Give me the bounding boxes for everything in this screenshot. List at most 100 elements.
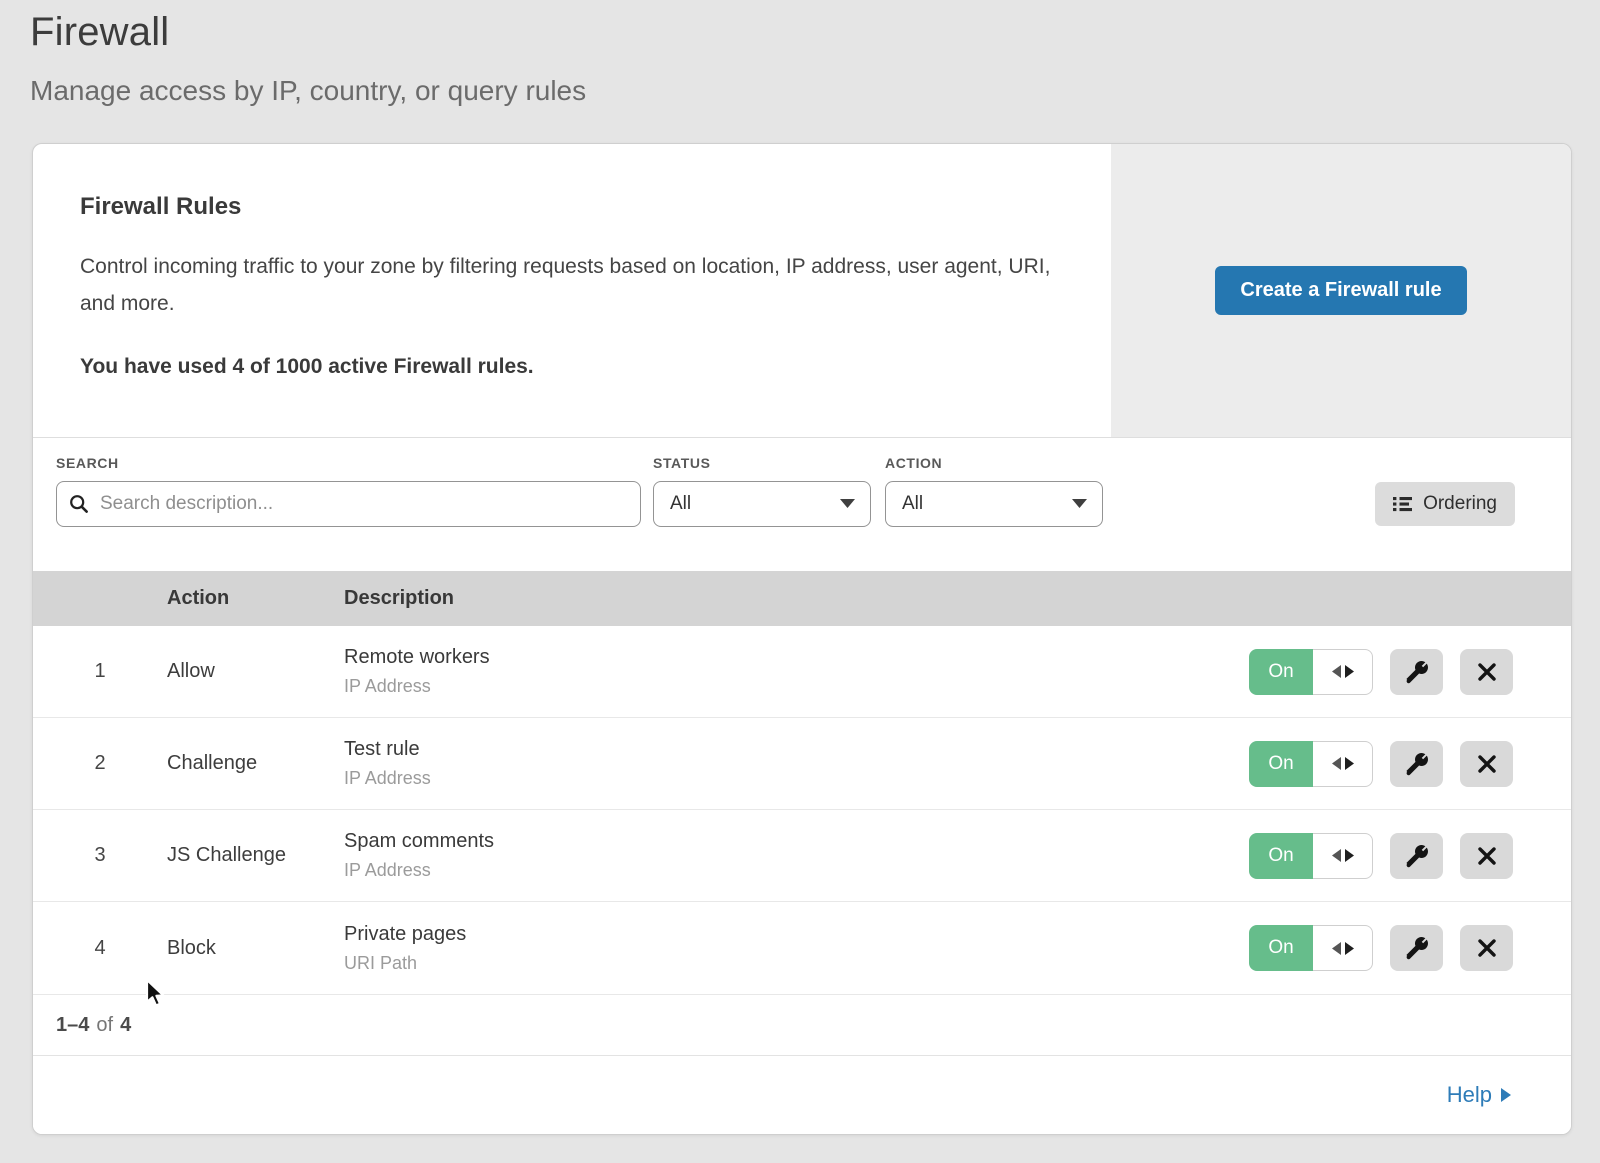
rule-enabled-toggle[interactable]: On [1249,649,1373,695]
action-select[interactable]: All [885,481,1103,527]
edit-rule-button[interactable] [1390,741,1443,787]
rule-enabled-toggle[interactable]: On [1249,741,1373,787]
action-label: ACTION [885,455,1103,471]
create-firewall-rule-button[interactable]: Create a Firewall rule [1215,266,1466,315]
wrench-icon [1405,752,1429,776]
search-input[interactable] [98,492,628,516]
toggle-slider-handle [1313,833,1373,879]
table-row: 2 Challenge Test rule IP Address On [33,718,1571,810]
table-row: 3 JS Challenge Spam comments IP Address … [33,810,1571,902]
search-icon [69,494,89,514]
rule-description-cell: Test rule IP Address [344,738,1249,789]
toggle-slider-handle [1313,925,1373,971]
ordering-button-label: Ordering [1423,493,1497,515]
rule-number: 1 [33,660,167,683]
chevron-down-icon [840,499,855,509]
toggle-on-label: On [1249,649,1313,695]
column-description: Description [344,587,1571,610]
rule-action: JS Challenge [167,844,344,867]
rule-number: 4 [33,937,167,960]
column-action: Action [167,587,344,610]
close-icon [1478,939,1496,957]
edit-rule-button[interactable] [1390,925,1443,971]
pagination-row: 1–4 of 4 [33,994,1571,1056]
toggle-slider-handle [1313,649,1373,695]
card-intro-text: Firewall Rules Control incoming traffic … [33,144,1111,437]
status-select-value: All [670,493,691,515]
card-heading: Firewall Rules [80,193,1051,221]
edit-rule-button[interactable] [1390,833,1443,879]
rule-description: Remote workers [344,646,1249,669]
rule-number: 2 [33,752,167,775]
rule-enabled-toggle[interactable]: On [1249,925,1373,971]
rule-action: Allow [167,660,344,683]
rule-description: Spam comments [344,830,1249,853]
table-row: 4 Block Private pages URI Path On [33,902,1571,994]
table-header: Action Description [33,571,1571,626]
arrow-right-icon [1501,1088,1511,1102]
page-title: Firewall [30,10,1600,55]
page-subtitle: Manage access by IP, country, or query r… [30,75,1600,107]
rule-enabled-toggle[interactable]: On [1249,833,1373,879]
rule-match-type: URI Path [344,953,1249,974]
action-select-value: All [902,493,923,515]
rule-controls: On [1249,925,1571,971]
chevron-down-icon [1072,499,1087,509]
delete-rule-button[interactable] [1460,833,1513,879]
rule-match-type: IP Address [344,676,1249,697]
ordering-list-icon [1393,496,1412,512]
card-description: Control incoming traffic to your zone by… [80,248,1051,322]
arrow-right-icon [1345,665,1354,678]
search-label: SEARCH [56,455,641,471]
table-row: 1 Allow Remote workers IP Address On [33,626,1571,718]
close-icon [1478,755,1496,773]
arrow-left-icon [1332,942,1341,955]
card-usage-count: You have used 4 of 1000 active Firewall … [80,355,1051,379]
pagination-range: 1–4 [56,1014,89,1037]
delete-rule-button[interactable] [1460,925,1513,971]
pagination-total: 4 [120,1014,131,1037]
help-link-label: Help [1447,1082,1492,1108]
toggle-slider-handle [1313,741,1373,787]
help-link[interactable]: Help [1447,1082,1511,1108]
arrow-left-icon [1332,757,1341,770]
status-select[interactable]: All [653,481,871,527]
rule-match-type: IP Address [344,860,1249,881]
arrow-right-icon [1345,849,1354,862]
rule-controls: On [1249,833,1571,879]
pagination-of: of [96,1014,113,1037]
help-row: Help [33,1056,1571,1134]
rule-description-cell: Spam comments IP Address [344,830,1249,881]
wrench-icon [1405,844,1429,868]
card-intro-action-panel: Create a Firewall rule [1111,144,1571,437]
arrow-right-icon [1345,942,1354,955]
wrench-icon [1405,936,1429,960]
firewall-rules-card: Firewall Rules Control incoming traffic … [32,143,1572,1135]
rule-description: Private pages [344,923,1249,946]
arrow-left-icon [1332,665,1341,678]
rule-action: Block [167,937,344,960]
rule-controls: On [1249,649,1571,695]
rule-match-type: IP Address [344,768,1249,789]
page-header: Firewall Manage access by IP, country, o… [0,0,1600,107]
ordering-button[interactable]: Ordering [1375,482,1515,526]
status-label: STATUS [653,455,871,471]
edit-rule-button[interactable] [1390,649,1443,695]
rule-description-cell: Private pages URI Path [344,923,1249,974]
rule-action: Challenge [167,752,344,775]
rule-controls: On [1249,741,1571,787]
card-intro-section: Firewall Rules Control incoming traffic … [33,144,1571,438]
rule-description-cell: Remote workers IP Address [344,646,1249,697]
search-box[interactable] [56,481,641,527]
rule-number: 3 [33,844,167,867]
arrow-left-icon [1332,849,1341,862]
rule-description: Test rule [344,738,1249,761]
delete-rule-button[interactable] [1460,741,1513,787]
toggle-on-label: On [1249,833,1313,879]
toggle-on-label: On [1249,741,1313,787]
wrench-icon [1405,660,1429,684]
close-icon [1478,847,1496,865]
arrow-right-icon [1345,757,1354,770]
close-icon [1478,663,1496,681]
delete-rule-button[interactable] [1460,649,1513,695]
